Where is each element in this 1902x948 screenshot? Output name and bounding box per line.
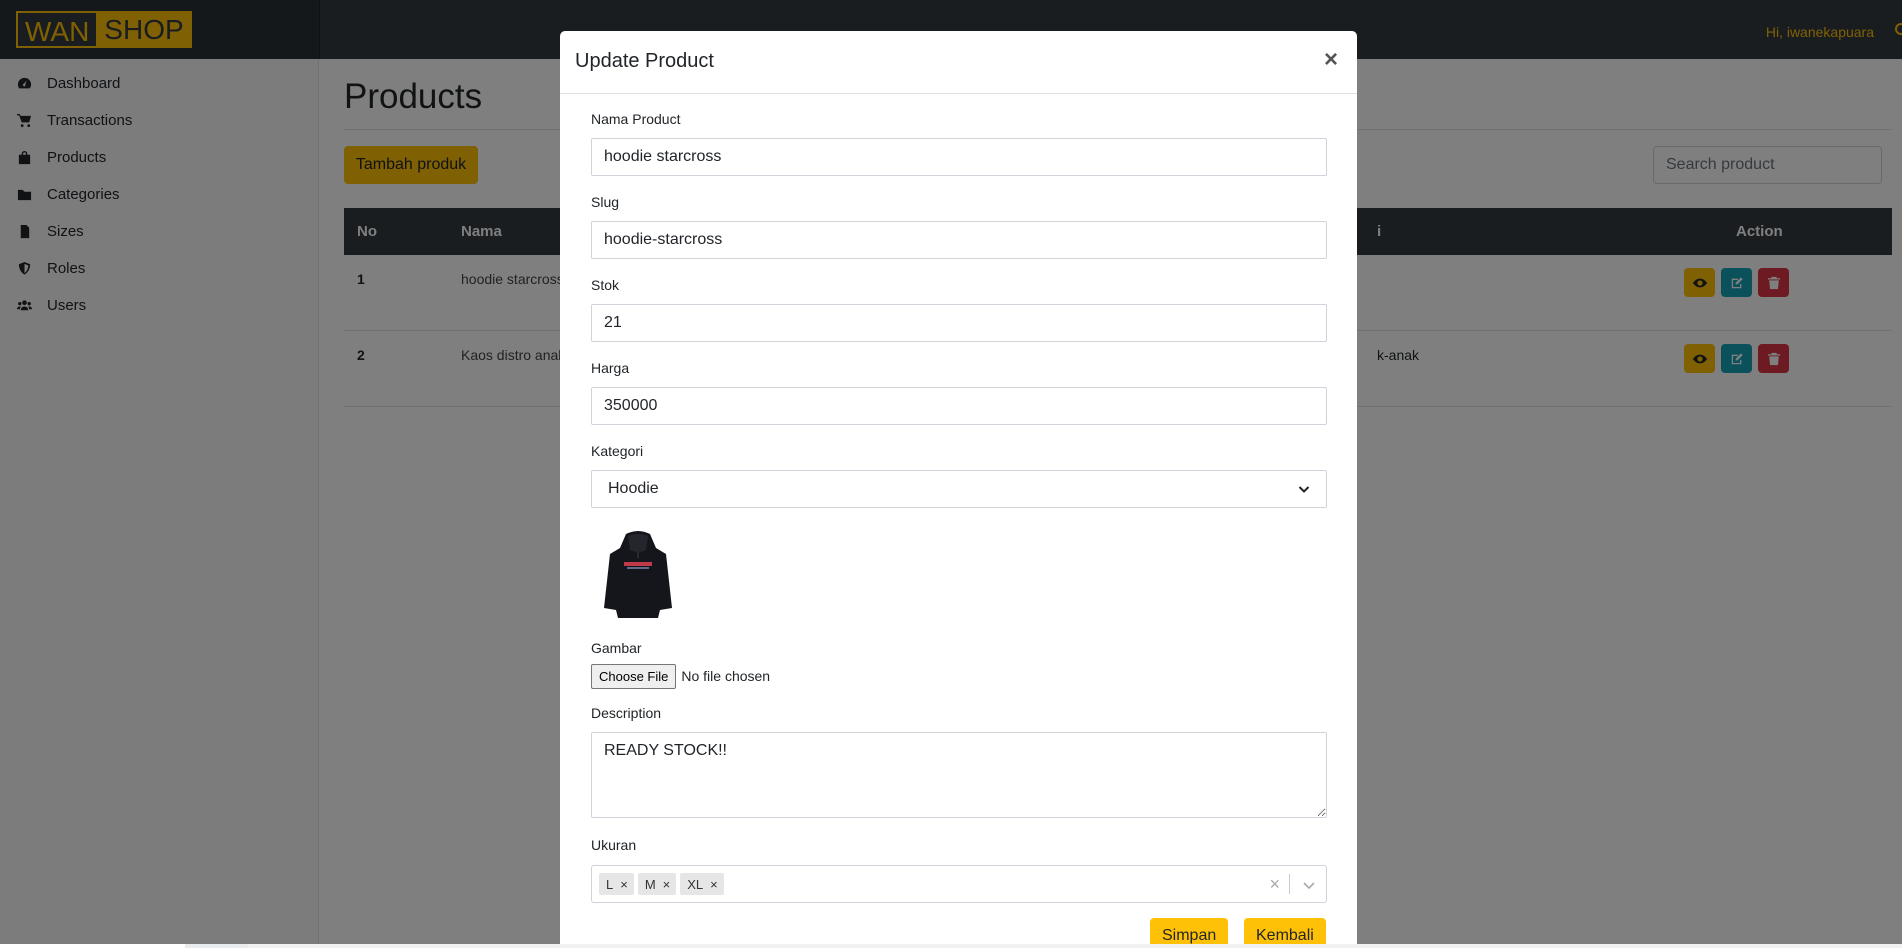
chevron-down-icon (1298, 483, 1310, 495)
description-textarea[interactable]: READY STOCK!! (591, 732, 1327, 818)
size-tag: L × (599, 873, 634, 895)
slug-label: Slug (591, 194, 620, 210)
ukuran-multiselect[interactable]: L × M × XL × × (591, 865, 1327, 903)
kategori-selected-value: Hoodie (608, 480, 659, 497)
remove-tag-icon[interactable]: × (660, 877, 677, 892)
kategori-label: Kategori (591, 443, 644, 459)
description-label: Description (591, 705, 662, 721)
horizontal-scrollbar-thumb[interactable] (0, 944, 185, 948)
nama-product-input[interactable] (591, 138, 1327, 176)
kategori-select[interactable]: Hoodie (591, 470, 1327, 508)
size-tag-label: XL (687, 876, 704, 892)
product-image-preview (604, 531, 672, 618)
size-tag: M × (637, 873, 677, 895)
stok-input[interactable] (591, 304, 1327, 342)
size-tag-label: M (644, 876, 656, 892)
file-status-text: No file chosen (681, 668, 771, 684)
harga-input[interactable] (591, 387, 1327, 425)
nama-product-label: Nama Product (591, 111, 681, 127)
choose-file-button[interactable]: Choose File (591, 663, 677, 689)
back-button[interactable]: Kembali (1244, 918, 1326, 944)
horizontal-scrollbar-rest (248, 944, 1902, 948)
modal-header: Update Product × (560, 31, 1357, 94)
ukuran-label: Ukuran (591, 837, 637, 853)
update-product-modal: Update Product × Nama Product Slug Stok … (560, 31, 1357, 944)
gambar-file-input: Choose File No file chosen (591, 663, 770, 689)
save-button[interactable]: Simpan (1150, 918, 1229, 944)
size-tag-label: L (606, 876, 614, 892)
remove-tag-icon[interactable]: × (617, 877, 634, 892)
slug-input[interactable] (591, 221, 1327, 259)
close-button[interactable]: × (1319, 46, 1343, 74)
chevron-down-icon[interactable] (1302, 878, 1316, 892)
stok-label: Stok (591, 277, 620, 293)
clear-selection-icon[interactable]: × (1269, 874, 1280, 895)
remove-tag-icon[interactable]: × (707, 877, 724, 892)
size-tag: XL × (680, 873, 724, 895)
gambar-label: Gambar (591, 640, 642, 656)
divider (1289, 874, 1290, 894)
modal-title: Update Product (575, 50, 714, 72)
harga-label: Harga (591, 360, 630, 376)
